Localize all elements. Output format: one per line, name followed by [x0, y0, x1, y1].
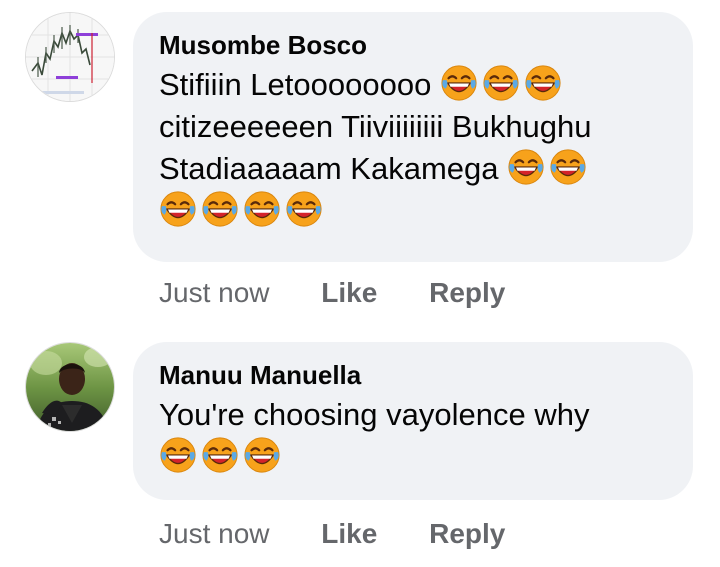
- comment-line-text: Stifiiin Letoooooooo: [159, 67, 432, 102]
- comment-line-text: citizeeeeeen Tiiviiiiiiii Bukhughu: [159, 109, 592, 144]
- comment-author[interactable]: Musombe Bosco: [159, 30, 667, 60]
- face-with-tears-of-joy-icon: [243, 436, 281, 474]
- stock-chart-avatar-icon: [26, 13, 114, 101]
- comment-actions: Just now Like Reply: [159, 277, 505, 309]
- comment-author[interactable]: Manuu Manuella: [159, 360, 667, 390]
- face-with-tears-of-joy-icon: [201, 190, 239, 228]
- face-with-tears-of-joy-icon: [243, 190, 281, 228]
- face-with-tears-of-joy-icon: [524, 64, 562, 102]
- face-with-tears-of-joy-icon: [440, 64, 478, 102]
- like-button[interactable]: Like: [321, 518, 377, 550]
- comment-line: citizeeeeeen Tiiviiiiiiii Bukhughu: [159, 106, 667, 148]
- person-photo-avatar-icon: [26, 343, 114, 431]
- comment-text: You're choosing vayolence why: [159, 394, 667, 478]
- emoji-group: [507, 148, 591, 186]
- face-with-tears-of-joy-icon: [159, 436, 197, 474]
- emoji-group: [159, 436, 285, 474]
- comment-line-text: Stadiaaaaam Kakamega: [159, 151, 499, 186]
- like-button[interactable]: Like: [321, 277, 377, 309]
- face-with-tears-of-joy-icon: [159, 190, 197, 228]
- comment-line: Stifiiin Letoooooooo: [159, 64, 667, 106]
- face-with-tears-of-joy-icon: [201, 436, 239, 474]
- comment-line: You're choosing vayolence why: [159, 394, 667, 436]
- comment-line-text: You're choosing vayolence why: [159, 397, 590, 432]
- avatar[interactable]: [25, 342, 115, 432]
- comment-text: Stifiiin Letoooooooo citizeeeeeen Tiivii…: [159, 64, 667, 232]
- emoji-group: [440, 64, 566, 102]
- face-with-tears-of-joy-icon: [482, 64, 520, 102]
- comment-line: [159, 436, 667, 478]
- emoji-group: [159, 190, 327, 228]
- timestamp-link[interactable]: Just now: [159, 277, 270, 309]
- face-with-tears-of-joy-icon: [549, 148, 587, 186]
- comment-bubble: Musombe Bosco Stifiiin Letoooooooo citiz…: [133, 12, 693, 262]
- comment-bubble: Manuu Manuella You're choosing vayolence…: [133, 342, 693, 500]
- face-with-tears-of-joy-icon: [507, 148, 545, 186]
- comment-line: [159, 190, 667, 232]
- reply-button[interactable]: Reply: [429, 518, 505, 550]
- face-with-tears-of-joy-icon: [285, 190, 323, 228]
- avatar[interactable]: [25, 12, 115, 102]
- timestamp-link[interactable]: Just now: [159, 518, 270, 550]
- comment-line: Stadiaaaaam Kakamega: [159, 148, 667, 190]
- reply-button[interactable]: Reply: [429, 277, 505, 309]
- comment-actions: Just now Like Reply: [159, 518, 505, 550]
